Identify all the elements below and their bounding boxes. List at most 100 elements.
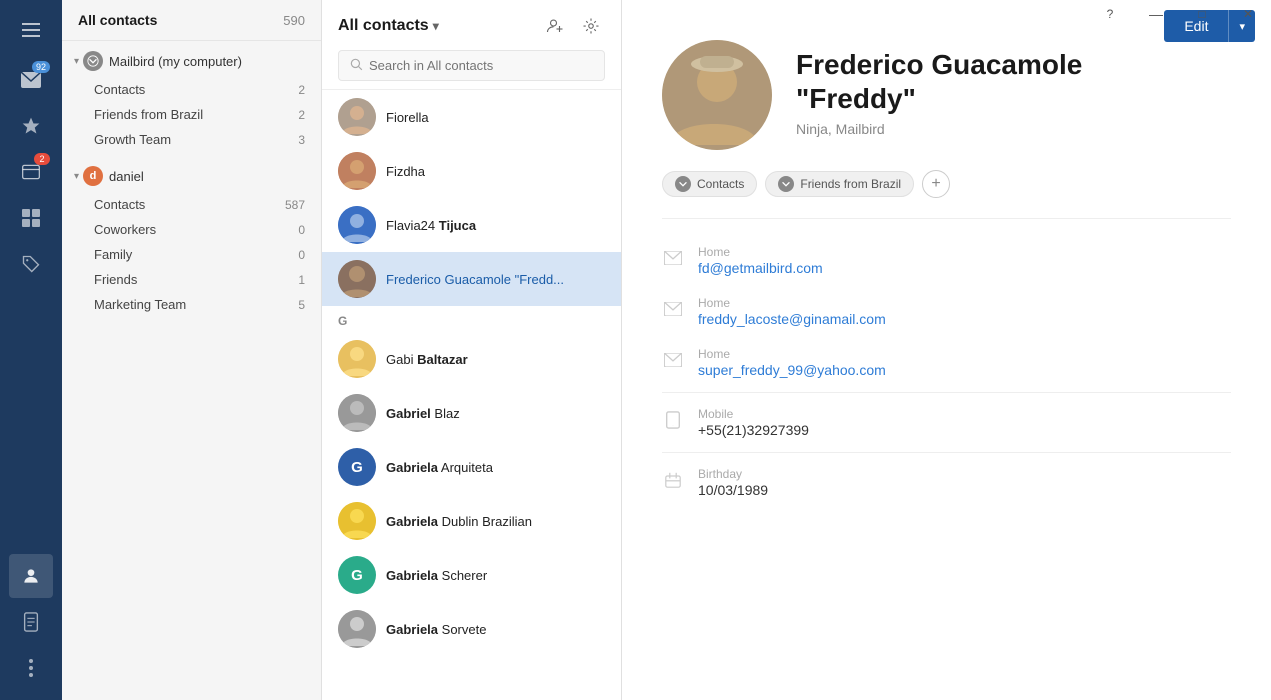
detail-field-email1: Home fd@getmailbird.com	[622, 235, 1271, 286]
phone-icon	[662, 409, 684, 431]
help-btn[interactable]: ?	[1087, 0, 1133, 28]
avatar	[338, 394, 376, 432]
avatar	[338, 610, 376, 648]
avatar	[338, 206, 376, 244]
list-item[interactable]: Gabi Baltazar	[322, 332, 621, 386]
contact-letter-g: G	[322, 306, 621, 332]
detail-field-birthday: Birthday 10/03/1989	[622, 457, 1271, 508]
detail-field-email3: Home super_freddy_99@yahoo.com	[622, 337, 1271, 388]
avatar	[338, 152, 376, 190]
detail-avatar	[662, 40, 772, 150]
detail-subtitle: Ninja, Mailbird	[796, 121, 1082, 137]
group-mailbird: ▾ Mailbird (my computer) Contacts 2 Frie…	[62, 41, 321, 156]
sidebar-item-friends[interactable]: Friends 1	[62, 267, 321, 292]
contact-name: Flavia24 Tijuca	[386, 218, 476, 233]
mail-icon[interactable]: 92	[9, 58, 53, 102]
minimize-btn[interactable]: —	[1133, 0, 1179, 28]
list-item[interactable]: Fizdha	[322, 144, 621, 198]
group-mailbird-label: Mailbird (my computer)	[109, 54, 242, 69]
document-nav-icon[interactable]	[9, 600, 53, 644]
detail-info: Frederico Guacamole "Freddy" Ninja, Mail…	[796, 40, 1082, 137]
sidebar-header: All contacts 590	[62, 0, 321, 41]
tag-friends-brazil[interactable]: Friends from Brazil	[765, 171, 914, 197]
detail-pane: Edit ▾ Frederico Guacamole "Freddy" Ninj…	[622, 0, 1271, 700]
contact-name: Gabriela Dublin Brazilian	[386, 514, 532, 529]
inbox-badge: 2	[34, 153, 50, 165]
hamburger-icon[interactable]	[9, 8, 53, 52]
list-item[interactable]: Frederico Guacamole "Fredd...	[322, 252, 621, 306]
more-nav-icon[interactable]	[9, 646, 53, 690]
contact-list: All contacts ▾ Fiorella	[322, 0, 622, 700]
email-icon-3	[662, 349, 684, 371]
detail-divider2	[662, 392, 1231, 393]
contact-list-header: All contacts ▾	[322, 0, 621, 90]
email-icon	[662, 247, 684, 269]
phone-value[interactable]: +55(21)32927399	[698, 422, 809, 438]
contact-name: Gabriela Sorvete	[386, 622, 486, 637]
contact-name: Gabriela Arquiteta	[386, 460, 493, 475]
tag-icon[interactable]	[9, 242, 53, 286]
contact-list-title[interactable]: All contacts ▾	[338, 17, 439, 35]
avatar	[338, 260, 376, 298]
sidebar-item-daniel-contacts[interactable]: Contacts 587	[62, 192, 321, 217]
avatar	[338, 98, 376, 136]
list-item[interactable]: Flavia24 Tijuca	[322, 198, 621, 252]
contact-name: Gabriel Blaz	[386, 406, 460, 421]
avatar: G	[338, 448, 376, 486]
close-btn[interactable]: ✕	[1225, 0, 1271, 28]
sidebar-item-friends-brazil[interactable]: Friends from Brazil 2	[62, 102, 321, 127]
avatar: G	[338, 556, 376, 594]
detail-name: Frederico Guacamole "Freddy"	[796, 48, 1082, 115]
detail-divider3	[662, 452, 1231, 453]
email3-content: Home super_freddy_99@yahoo.com	[698, 347, 886, 378]
all-contacts-title[interactable]: All contacts	[78, 12, 157, 28]
sidebar-item-family[interactable]: Family 0	[62, 242, 321, 267]
birthday-icon	[662, 469, 684, 491]
sidebar-item-mailbird-contacts[interactable]: Contacts 2	[62, 77, 321, 102]
tag-contacts[interactable]: Contacts	[662, 171, 757, 197]
list-item[interactable]: G Gabriela Arquiteta	[322, 440, 621, 494]
mail-badge: 92	[32, 61, 50, 73]
contact-name: Fizdha	[386, 164, 425, 179]
all-contacts-count: 590	[283, 13, 305, 28]
detail-field-phone: Mobile +55(21)32927399	[622, 397, 1271, 448]
dropdown-arrow-icon: ▾	[433, 19, 439, 33]
contact-name: Frederico Guacamole "Fredd...	[386, 272, 564, 287]
search-input[interactable]	[369, 58, 594, 73]
list-item[interactable]: Gabriel Blaz	[322, 386, 621, 440]
add-contact-button[interactable]	[541, 12, 569, 40]
group-mailbird-header[interactable]: ▾ Mailbird (my computer)	[62, 45, 321, 77]
list-item[interactable]: Gabriela Sorvete	[322, 602, 621, 656]
grid-icon[interactable]	[9, 196, 53, 240]
add-tag-button[interactable]: +	[922, 170, 950, 198]
list-item[interactable]: Fiorella	[322, 90, 621, 144]
sidebar-item-growth-team[interactable]: Growth Team 3	[62, 127, 321, 152]
email3-value[interactable]: super_freddy_99@yahoo.com	[698, 362, 886, 378]
email2-value[interactable]: freddy_lacoste@ginamail.com	[698, 311, 886, 327]
birthday-value: 10/03/1989	[698, 482, 768, 498]
birthday-content: Birthday 10/03/1989	[698, 467, 768, 498]
avatar	[338, 502, 376, 540]
group-daniel: ▾ d daniel Contacts 587 Coworkers 0 Fami…	[62, 156, 321, 321]
star-icon[interactable]	[9, 104, 53, 148]
contact-name: Fiorella	[386, 110, 429, 125]
group-daniel-label: daniel	[109, 169, 144, 184]
phone-content: Mobile +55(21)32927399	[698, 407, 809, 438]
avatar	[338, 340, 376, 378]
email1-value[interactable]: fd@getmailbird.com	[698, 260, 823, 276]
compose-icon[interactable]: 2	[9, 150, 53, 194]
contact-list-settings-button[interactable]	[577, 12, 605, 40]
detail-divider	[662, 218, 1231, 219]
list-item[interactable]: Gabriela Dublin Brazilian	[322, 494, 621, 548]
sidebar-item-marketing-team[interactable]: Marketing Team 5	[62, 292, 321, 317]
email1-content: Home fd@getmailbird.com	[698, 245, 823, 276]
contacts-sidebar: All contacts 590 ▾ Mailbird (my computer…	[62, 0, 322, 700]
group-daniel-header[interactable]: ▾ d daniel	[62, 160, 321, 192]
detail-tags: Contacts Friends from Brazil +	[622, 170, 1271, 218]
contact-list-body: Fiorella Fizdha Flavia24 Tijuca Frederic…	[322, 90, 621, 700]
maximize-btn[interactable]: □	[1179, 0, 1225, 28]
contacts-nav-icon[interactable]	[9, 554, 53, 598]
list-item[interactable]: G Gabriela Scherer	[322, 548, 621, 602]
sidebar-item-coworkers[interactable]: Coworkers 0	[62, 217, 321, 242]
nav-sidebar: 92 2	[0, 0, 62, 700]
